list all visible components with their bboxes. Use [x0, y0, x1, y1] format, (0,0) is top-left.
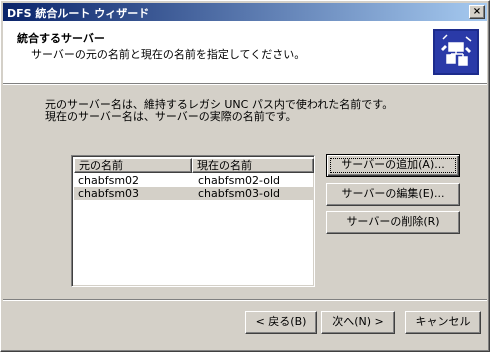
cell-current-name: chabfsm03-old: [198, 187, 281, 200]
table-row[interactable]: chabfsm02 chabfsm02-old: [74, 174, 314, 187]
remove-server-label: サーバーの削除(R): [346, 215, 440, 228]
focus-rect: [330, 158, 456, 173]
header-subtitle: サーバーの元の名前と現在の名前を指定してください。: [31, 48, 306, 61]
close-button[interactable]: ×: [469, 5, 485, 19]
remove-server-button[interactable]: サーバーの削除(R): [326, 211, 460, 234]
cell-current-name: chabfsm02-old: [198, 174, 281, 187]
column-original-name[interactable]: 元の名前: [74, 158, 192, 173]
table-row-selected[interactable]: chabfsm03 chabfsm03-old: [74, 187, 314, 200]
title-bar[interactable]: DFS 統合ルート ウィザード ×: [3, 3, 487, 21]
list-header: 元の名前 現在の名前: [74, 158, 314, 173]
next-label: 次へ(N) >: [332, 315, 384, 328]
window-title: DFS 統合ルート ウィザード: [7, 7, 150, 20]
footer-separator: [3, 299, 487, 301]
edit-server-label: サーバーの編集(E)...: [341, 187, 445, 200]
wizard-header: 統合するサーバー サーバーの元の名前と現在の名前を指定してください。: [3, 21, 487, 83]
wizard-tree-icon: [433, 29, 479, 75]
next-button[interactable]: 次へ(N) >: [321, 311, 395, 334]
header-separator: [3, 83, 487, 85]
cancel-label: キャンセル: [415, 315, 471, 328]
back-label: < 戻る(B): [255, 315, 307, 328]
edit-server-button[interactable]: サーバーの編集(E)...: [326, 183, 460, 206]
server-list[interactable]: 元の名前 現在の名前 chabfsm02 chabfsm02-old chabf…: [71, 155, 315, 287]
header-title: 統合するサーバー: [17, 32, 105, 45]
back-button[interactable]: < 戻る(B): [245, 311, 317, 334]
column-current-name[interactable]: 現在の名前: [192, 158, 314, 173]
cancel-button[interactable]: キャンセル: [405, 311, 481, 334]
description-line-2: 現在のサーバー名は、サーバーの実際の名前です。: [45, 110, 297, 123]
dfs-wizard-window: DFS 統合ルート ウィザード × 統合するサーバー サーバーの元の名前と現在の…: [0, 0, 490, 352]
add-server-button[interactable]: サーバーの追加(A)...: [326, 154, 460, 177]
cell-original-name: chabfsm02: [78, 174, 140, 187]
cell-original-name: chabfsm03: [78, 187, 140, 200]
